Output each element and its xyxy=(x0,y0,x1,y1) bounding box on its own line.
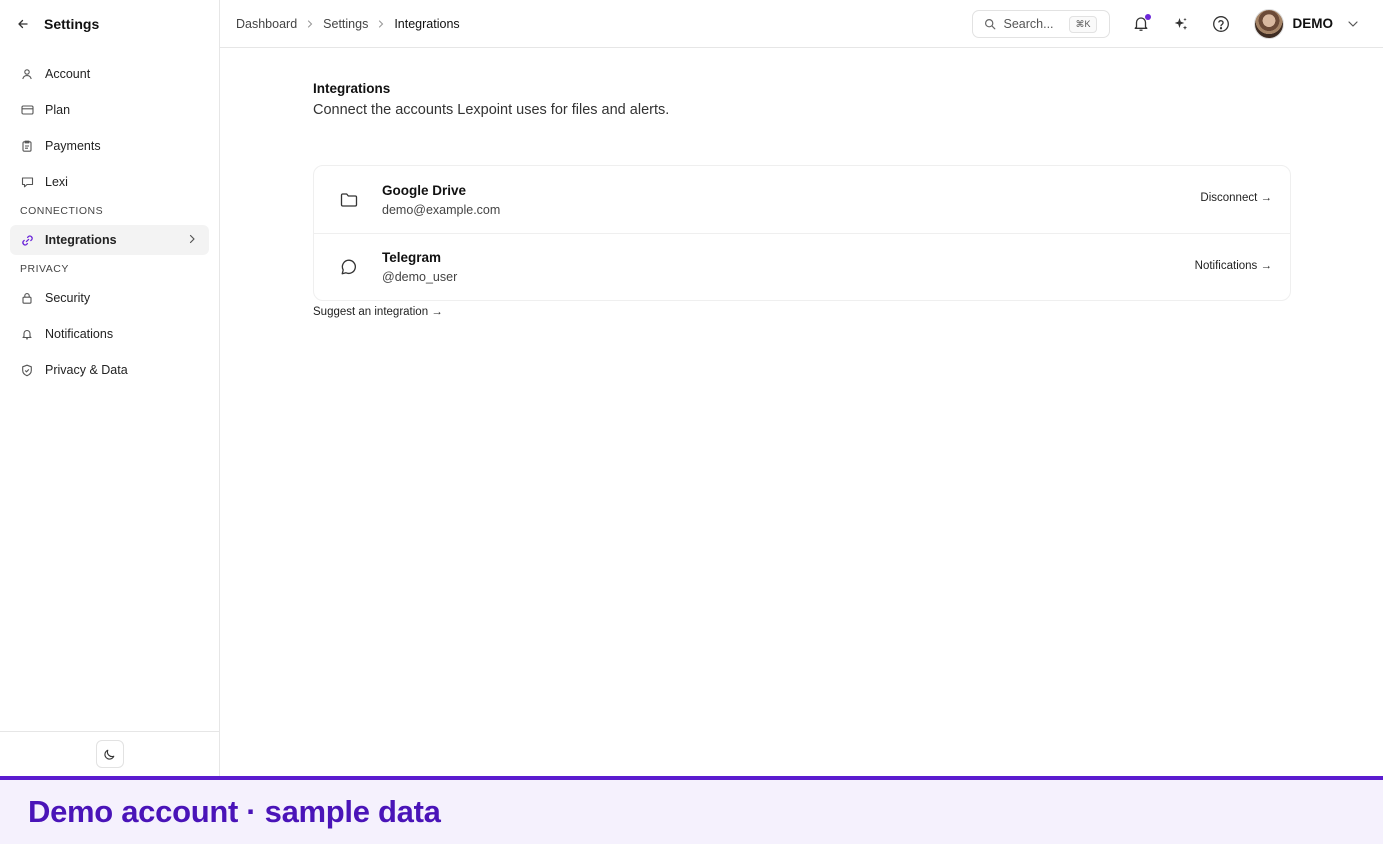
demo-banner: Demo account · sample data xyxy=(0,776,1383,844)
sidebar-item-payments[interactable]: Payments xyxy=(10,131,209,161)
folder-icon xyxy=(339,190,359,210)
top-bar-actions: Search... ⌘K DEMO xyxy=(971,0,1383,47)
sidebar-item-privacy-data[interactable]: Privacy & Data xyxy=(10,355,209,385)
sidebar-header: Settings xyxy=(0,0,219,47)
sidebar-item-label: Notifications xyxy=(45,327,114,341)
sidebar-item-lexi[interactable]: Lexi xyxy=(10,167,209,197)
section-label-connections: CONNECTIONS xyxy=(20,205,104,217)
user-name: DEMO xyxy=(1292,16,1334,31)
chevron-right-icon xyxy=(187,233,197,248)
shield-icon xyxy=(20,363,34,377)
integration-info: Google Drive demo@example.com xyxy=(382,183,500,217)
integrations-list: Google Drive demo@example.com Disconnect… xyxy=(313,165,1291,301)
user-menu[interactable]: DEMO xyxy=(1253,8,1360,39)
sidebar-item-label: Privacy & Data xyxy=(45,363,128,377)
notifications-link[interactable]: Notifications → xyxy=(1195,260,1272,272)
card-icon xyxy=(20,103,34,117)
sidebar-item-label: Security xyxy=(45,291,91,305)
integration-info: Telegram @demo_user xyxy=(382,250,457,284)
notification-dot xyxy=(1144,13,1151,20)
sidebar-item-plan[interactable]: Plan xyxy=(10,95,209,125)
sparkle-icon[interactable] xyxy=(1172,15,1190,33)
integration-account: @demo_user xyxy=(382,270,458,284)
clipboard-icon xyxy=(20,139,34,153)
section-label-privacy: PRIVACY xyxy=(20,263,69,275)
integration-name: Google Drive xyxy=(382,182,467,198)
lock-icon xyxy=(20,291,34,305)
breadcrumb-integrations: Integrations xyxy=(394,16,460,31)
page-title: Integrations xyxy=(313,81,391,96)
sidebar-item-label: Account xyxy=(45,67,91,81)
sidebar-item-notifications[interactable]: Notifications xyxy=(10,319,209,349)
chevron-right-icon xyxy=(377,19,385,29)
breadcrumb-dashboard[interactable]: Dashboard xyxy=(236,17,297,31)
chevron-down-icon xyxy=(1347,20,1359,28)
sidebar-nav: Account Plan Payments Lexi CONNECTIONS I… xyxy=(0,47,219,385)
chevron-right-icon xyxy=(306,19,314,29)
top-bar: Dashboard Settings Integrations Search..… xyxy=(220,0,1383,48)
notifications-bell-icon[interactable] xyxy=(1132,13,1151,33)
integration-account: demo@example.com xyxy=(382,202,501,217)
sidebar-item-label: Plan xyxy=(45,103,71,117)
sidebar: Settings Account Plan Payments Lexi CONN… xyxy=(0,0,220,776)
integration-row-telegram: Telegram @demo_user Notifications → xyxy=(314,233,1290,300)
sidebar-item-label: Lexi xyxy=(45,175,68,189)
search-input[interactable]: Search... ⌘K xyxy=(971,9,1110,38)
sidebar-item-security[interactable]: Security xyxy=(10,283,209,313)
theme-toggle-button[interactable] xyxy=(95,740,124,768)
sidebar-footer xyxy=(0,731,219,776)
search-icon xyxy=(984,18,996,30)
message-icon xyxy=(339,257,359,277)
integration-name: Telegram xyxy=(382,250,442,265)
bell-icon xyxy=(20,327,34,341)
page-subtitle: Connect the accounts Lexpoint uses for f… xyxy=(313,102,670,118)
sidebar-item-integrations[interactable]: Integrations xyxy=(10,225,209,255)
breadcrumb: Dashboard Settings Integrations xyxy=(220,17,460,31)
help-icon[interactable] xyxy=(1212,15,1230,33)
sidebar-item-label: Payments xyxy=(45,139,101,153)
breadcrumb-settings[interactable]: Settings xyxy=(323,17,368,31)
sidebar-item-account[interactable]: Account xyxy=(10,59,209,89)
search-placeholder: Search... xyxy=(1003,16,1054,31)
disconnect-link[interactable]: Disconnect → xyxy=(1200,192,1272,204)
sidebar-item-label: Integrations xyxy=(45,233,117,247)
chat-icon xyxy=(20,175,34,189)
demo-banner-text: Demo account · sample data xyxy=(28,794,441,829)
search-shortcut-badge: ⌘K xyxy=(1069,15,1097,33)
link-icon xyxy=(20,233,34,247)
avatar xyxy=(1253,8,1284,39)
sidebar-title: Settings xyxy=(44,15,100,32)
moon-icon xyxy=(103,748,116,761)
integration-row-google-drive: Google Drive demo@example.com Disconnect… xyxy=(314,166,1290,233)
main-content: Integrations Connect the accounts Lexpoi… xyxy=(313,80,1291,320)
back-arrow-icon[interactable] xyxy=(16,17,30,31)
user-icon xyxy=(20,67,34,81)
suggest-integration-link[interactable]: Suggest an integration → xyxy=(313,306,443,318)
